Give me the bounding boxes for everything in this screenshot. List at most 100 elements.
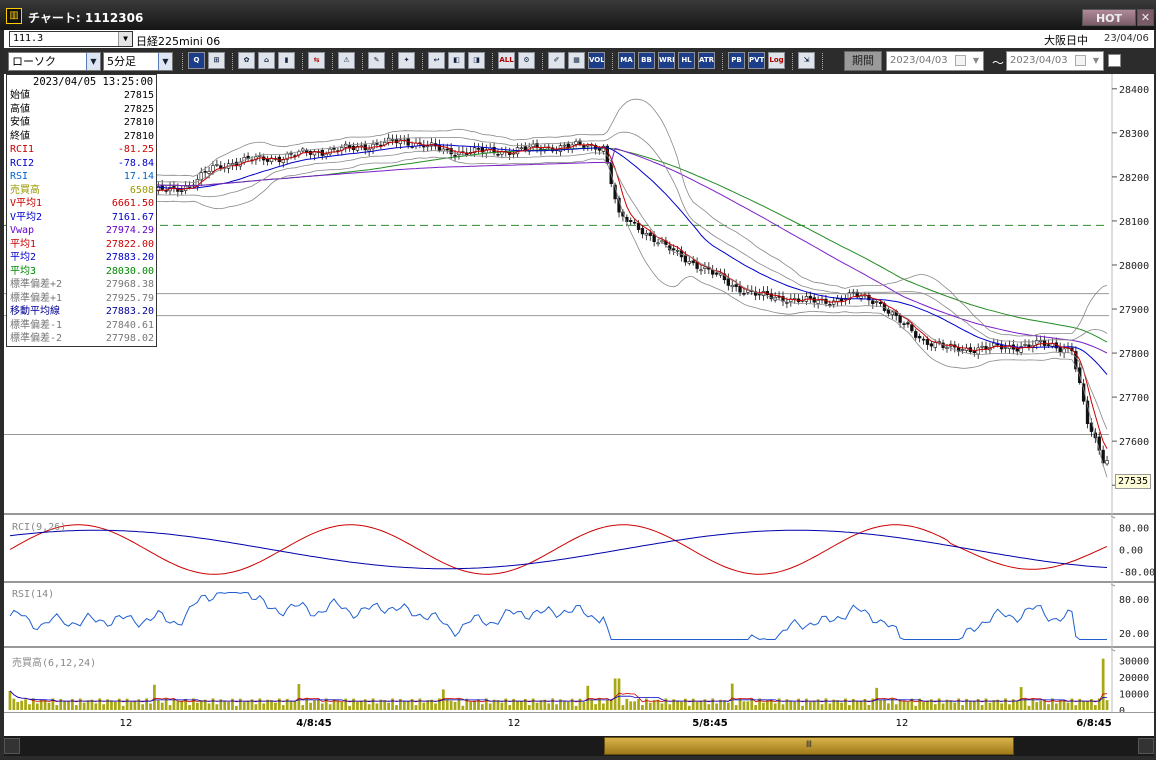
- volume-bar: [453, 701, 457, 710]
- hot-button[interactable]: HOT: [1082, 9, 1136, 26]
- date-to-input[interactable]: 2023/04/03 ▼: [1006, 51, 1104, 71]
- candle-icon[interactable]: ◧: [448, 52, 465, 69]
- candle-body: [648, 232, 652, 236]
- chart-area[interactable]: 28400 28300 28200 28100 28000 27900 27800 27700…: [4, 74, 1154, 712]
- time-axis-label: 12: [119, 718, 133, 729]
- all-icon[interactable]: ALL: [498, 52, 515, 69]
- chevron-down-icon[interactable]: ▼: [969, 52, 983, 70]
- candle-body: [566, 143, 570, 148]
- volume-bar: [594, 704, 597, 710]
- atr-icon[interactable]: ATR: [698, 52, 715, 69]
- scroll-left-button[interactable]: [4, 738, 20, 754]
- volume-bar: [789, 700, 793, 710]
- volume-bar: [687, 705, 691, 710]
- volume-bar: [1000, 703, 1003, 710]
- volume-bar: [301, 705, 305, 710]
- volume-bar: [496, 700, 500, 710]
- pb-icon[interactable]: PB: [728, 52, 745, 69]
- scroll-thumb[interactable]: Ⅲ: [604, 737, 1014, 755]
- volume-bar: [82, 702, 86, 710]
- pen-icon[interactable]: ✎: [368, 52, 385, 69]
- rci-tick-label: -80.00: [1119, 568, 1154, 579]
- volume-bar: [1074, 705, 1078, 710]
- cursor-icon[interactable]: ✦: [398, 52, 415, 69]
- calendar-icon[interactable]: [955, 55, 966, 66]
- volume-bar: [67, 701, 70, 710]
- edit-icon[interactable]: ✐: [548, 52, 565, 69]
- chart-scrollbar[interactable]: Ⅲ: [4, 736, 1154, 756]
- volume-bar: [738, 698, 742, 710]
- close-icon[interactable]: ✕: [1137, 9, 1154, 26]
- volume-bar: [805, 698, 808, 710]
- volume-bar: [227, 702, 230, 710]
- volume-bar: [426, 700, 430, 710]
- pvt-icon[interactable]: PVT: [748, 52, 765, 69]
- volume-bar: [1086, 701, 1089, 710]
- volume-icon[interactable]: VOL: [588, 52, 605, 69]
- volume-bar: [715, 703, 718, 710]
- wre-icon[interactable]: WRE: [658, 52, 675, 69]
- volume-bar: [933, 704, 937, 710]
- period-button[interactable]: 期間: [844, 51, 882, 71]
- candle-body: [683, 255, 688, 263]
- volume-bar: [242, 702, 246, 710]
- redraw-icon[interactable]: ✿: [238, 52, 255, 69]
- chevron-down-icon[interactable]: ▼: [118, 32, 132, 46]
- volume-bar: [734, 705, 738, 710]
- export-icon[interactable]: ⇲: [798, 52, 815, 69]
- chart-type-select[interactable]: ローソク ▼: [8, 52, 101, 71]
- candle-body: [816, 300, 820, 304]
- toolbar-grip: [542, 53, 545, 70]
- period-checkbox[interactable]: [1108, 54, 1121, 67]
- compare-icon[interactable]: ⇆: [308, 52, 325, 69]
- candle-body: [609, 162, 613, 185]
- chevron-down-icon[interactable]: ▼: [86, 53, 100, 70]
- price-tick-label: 28200: [1119, 173, 1149, 184]
- undo-icon[interactable]: ↩: [428, 52, 445, 69]
- candle-body: [875, 301, 879, 303]
- zoom-icon[interactable]: Q: [188, 52, 205, 69]
- volume-bar: [274, 702, 277, 710]
- chart-canvas[interactable]: 28400 28300 28200 28100 28000 27900 27800 27700…: [4, 74, 1154, 712]
- candle2-icon[interactable]: ◨: [468, 52, 485, 69]
- calendar-icon[interactable]: [1075, 55, 1086, 66]
- ma-icon[interactable]: MA: [618, 52, 635, 69]
- volume-bar: [457, 698, 461, 710]
- rsi-line: [9, 591, 1107, 641]
- chevron-down-icon[interactable]: ▼: [158, 53, 172, 70]
- hl-icon[interactable]: HL: [678, 52, 695, 69]
- volume-bar: [887, 703, 890, 710]
- candle-body: [699, 269, 703, 272]
- color-icon[interactable]: ▦: [568, 52, 585, 69]
- crosshair-icon[interactable]: ⊞: [208, 52, 225, 69]
- timeframe-select[interactable]: 5分足 ▼: [103, 52, 173, 71]
- volume-bar: [922, 702, 925, 710]
- volume-bar: [914, 705, 918, 710]
- symbol-select[interactable]: 111.3 ▼: [9, 31, 133, 47]
- log-icon[interactable]: Log: [768, 52, 785, 69]
- candle-body: [726, 278, 731, 286]
- line-icon[interactable]: ⌂: [258, 52, 275, 69]
- date-from-input[interactable]: 2023/04/03 ▼: [886, 51, 984, 71]
- volume-bar: [35, 703, 39, 710]
- symbol-code: 111.3: [13, 33, 44, 44]
- volume-bar: [141, 704, 145, 710]
- toolbar-grip: [822, 53, 825, 70]
- draw-icon[interactable]: ▮: [278, 52, 295, 69]
- volume-bar: [223, 700, 227, 710]
- data-panel-label: 平均2: [10, 252, 37, 263]
- volume-bar: [730, 683, 734, 710]
- data-panel-value: 6508: [129, 184, 154, 196]
- volume-bar: [1039, 700, 1043, 710]
- chart-app-icon: ▥: [6, 8, 22, 24]
- chevron-down-icon[interactable]: ▼: [1089, 52, 1103, 70]
- candle-body: [1015, 348, 1019, 352]
- data-panel-row: V平均1 6661.50: [10, 197, 154, 210]
- bb-icon[interactable]: BB: [638, 52, 655, 69]
- volume-bar: [309, 702, 312, 710]
- volume-bar: [742, 701, 746, 710]
- scroll-right-button[interactable]: [1138, 738, 1154, 754]
- time-axis-label: 4/8:45: [296, 718, 332, 729]
- settings-icon[interactable]: ⚙: [518, 52, 535, 69]
- alert-icon[interactable]: ⚠: [338, 52, 355, 69]
